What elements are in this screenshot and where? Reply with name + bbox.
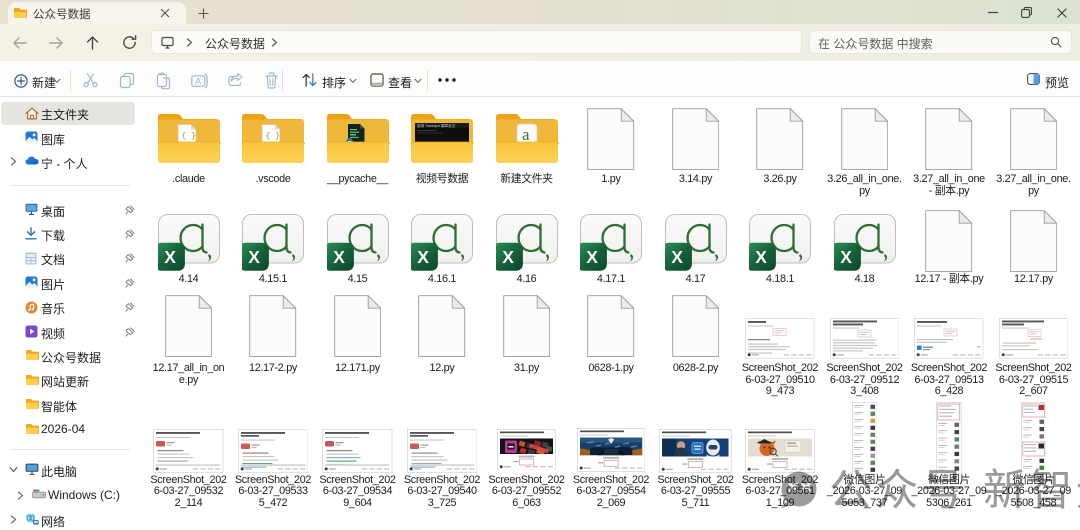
svg-text:{ }: { } (266, 132, 280, 141)
svg-text:X: X (671, 247, 683, 267)
svg-text:X: X (840, 247, 852, 267)
svg-text:a: a (522, 125, 530, 144)
svg-text:X: X (502, 247, 514, 267)
svg-text:X: X (586, 247, 598, 267)
svg-text:X: X (248, 247, 260, 267)
svg-text:X: X (164, 247, 176, 267)
svg-text:{ }: { } (181, 132, 195, 141)
svg-text:X: X (417, 247, 429, 267)
svg-text:X: X (755, 247, 767, 267)
svg-text:A: A (195, 76, 202, 87)
svg-text:选择 Tweetpur 篇章全文: 选择 Tweetpur 篇章全文 (417, 123, 456, 128)
svg-text:X: X (333, 247, 345, 267)
